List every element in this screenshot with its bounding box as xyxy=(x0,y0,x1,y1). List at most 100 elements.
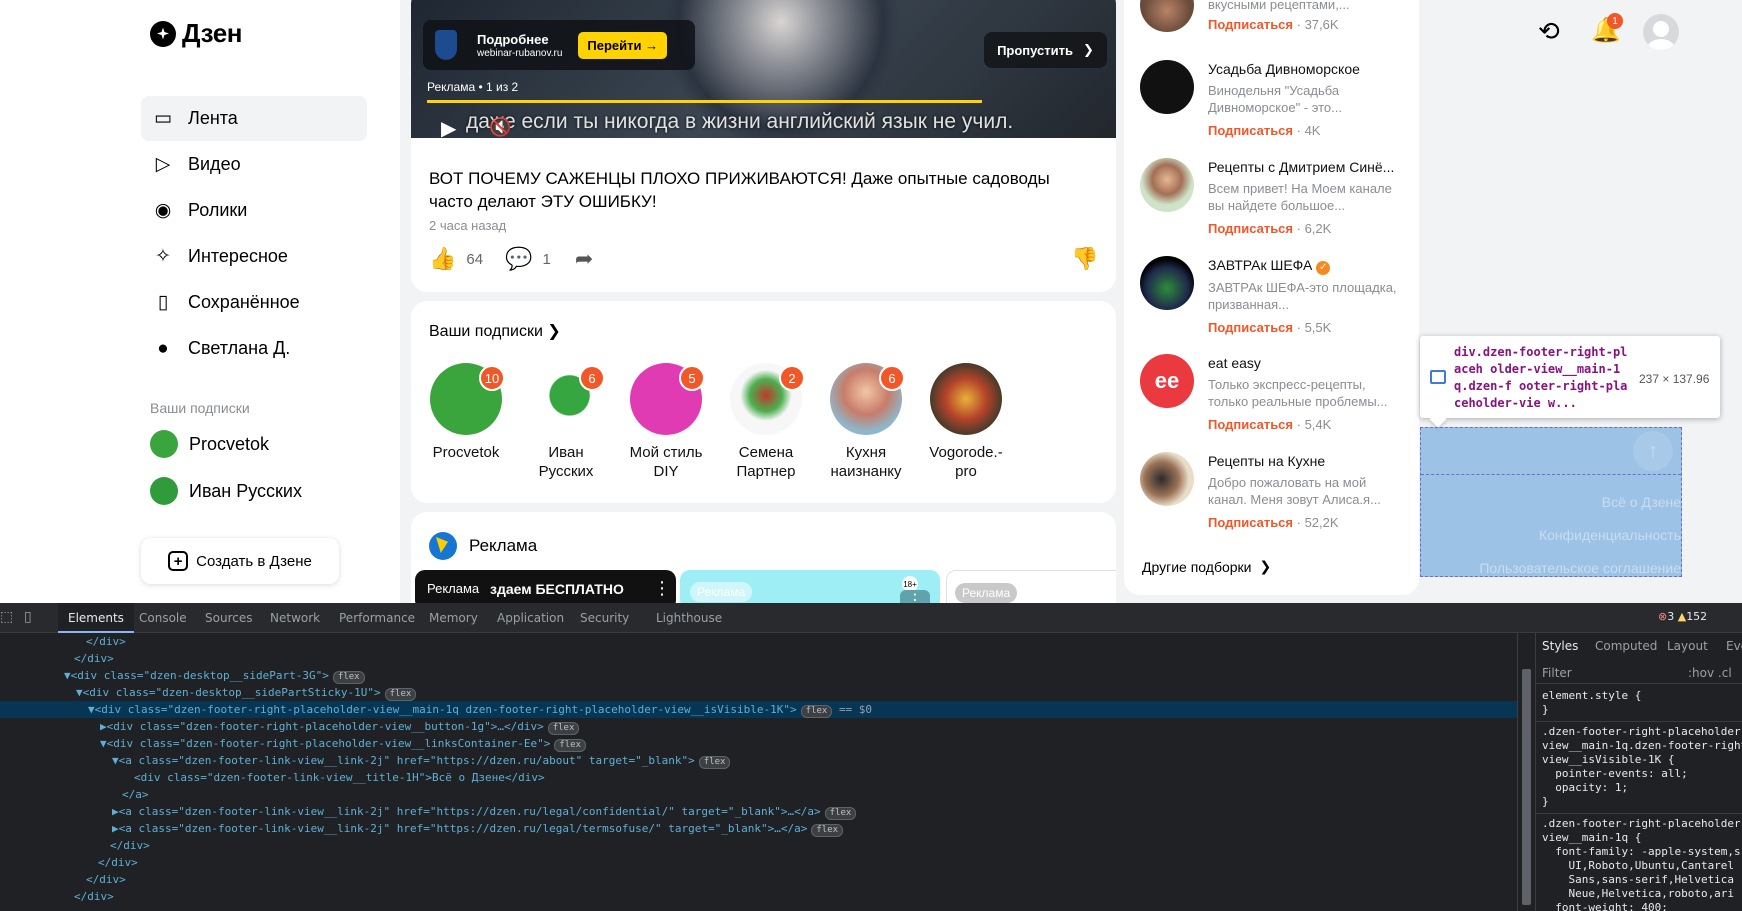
hov-cls-toggles[interactable]: :hov .cl xyxy=(1688,662,1732,684)
create-in-dzen-button[interactable]: + Создать в Дзене xyxy=(141,538,339,584)
ad-go-button[interactable]: Перейти → xyxy=(578,31,668,59)
sidebar-sub-ivan[interactable]: Иван Русских xyxy=(150,477,302,505)
comment-icon[interactable]: 💬 xyxy=(505,246,532,272)
subscribe-link[interactable]: Подписаться · 5,5K xyxy=(1208,318,1408,338)
tab-computed[interactable]: Computed xyxy=(1595,633,1657,659)
arrow-up-icon[interactable]: ↑ xyxy=(1633,431,1673,471)
flex-badge[interactable]: flex xyxy=(698,756,731,769)
dom-line[interactable]: ▼<div class="dzen-desktop__sidePartStick… xyxy=(0,684,1517,701)
dom-line[interactable]: </div> xyxy=(0,854,1517,871)
tab-lighthouse[interactable]: Lighthouse xyxy=(646,603,732,633)
subscribe-link[interactable]: Подписаться · 52,2K xyxy=(1208,513,1408,533)
styles-filter-input[interactable]: Filter :hov .cl xyxy=(1536,662,1742,684)
play-icon[interactable]: ▶ xyxy=(441,116,456,138)
subscription-item[interactable]: Vogorode.-pro xyxy=(929,363,1003,481)
dom-line[interactable]: ▼<div class="dzen-desktop__sidePart-3G">… xyxy=(0,667,1517,684)
nav-item-interesting[interactable]: ✧ Интересное xyxy=(141,234,367,279)
footer-link-terms[interactable]: Пользовательское соглашение xyxy=(1479,560,1681,576)
channel-item[interactable]: Усадьба Дивноморское Винодельня "Усадьба… xyxy=(1140,60,1408,141)
style-rule-visible[interactable]: .dzen-footer-right-placeholder- view__ma… xyxy=(1542,725,1742,809)
dom-line[interactable]: </div> xyxy=(0,633,1517,650)
subscribe-link[interactable]: Подписаться · 5,4K xyxy=(1208,415,1408,435)
more-vertical-icon[interactable]: ⋮ xyxy=(653,578,671,599)
mute-icon[interactable]: 🔇 xyxy=(489,117,511,138)
tab-event-listeners[interactable]: Eve xyxy=(1726,633,1742,659)
dom-line[interactable]: </div> xyxy=(0,888,1517,905)
flex-badge[interactable]: flex xyxy=(800,705,833,718)
share-icon[interactable]: ➦ xyxy=(575,246,593,272)
subscription-item[interactable]: 6 Кухня наизнанку xyxy=(829,363,905,481)
ad-teaser[interactable]: Реклама здаем БЕСПЛАТНО ⋮ xyxy=(415,570,676,603)
dom-line[interactable]: </a> xyxy=(0,786,1517,803)
tab-application[interactable]: Application xyxy=(487,603,574,633)
flex-badge[interactable]: flex xyxy=(811,824,844,837)
channel-item[interactable]: ЗАВТРАк ШЕФА ✓ ЗАВТРАк ШЕФА-это площадка… xyxy=(1140,256,1408,338)
subscriptions-title[interactable]: Ваши подписки ❯ xyxy=(429,321,561,341)
subscription-item[interactable]: 10 Procvetok xyxy=(429,363,505,481)
dzen-logo[interactable]: Дзен xyxy=(150,18,242,49)
tab-security[interactable]: Security xyxy=(570,603,639,633)
search-icon[interactable]: ⟲ xyxy=(1538,16,1560,47)
nav-item-saved[interactable]: ▯ Сохранённое xyxy=(141,280,367,325)
dom-line[interactable]: </div> xyxy=(0,650,1517,667)
tab-console[interactable]: Console xyxy=(129,603,197,633)
profile-avatar[interactable] xyxy=(1643,14,1679,50)
dom-line[interactable]: ▼<a class="dzen-footer-link-view__link-2… xyxy=(0,752,1517,769)
style-rule-main[interactable]: .dzen-footer-right-placeholder- view__ma… xyxy=(1542,817,1742,911)
dom-line[interactable]: ▶<a class="dzen-footer-link-view__link-2… xyxy=(0,820,1517,837)
scrollbar-thumb[interactable] xyxy=(1522,669,1531,905)
tab-layout[interactable]: Layout xyxy=(1667,633,1708,659)
footer-link-privacy[interactable]: Конфиденциальность xyxy=(1539,527,1681,543)
footer-link-about[interactable]: Всё о Дзене xyxy=(1602,494,1681,510)
tab-performance[interactable]: Performance xyxy=(329,603,425,633)
channel-item[interactable]: вкусными рецептами,... Подписаться · 37,… xyxy=(1140,0,1408,35)
dom-line[interactable]: <div class="dzen-footer-link-view__title… xyxy=(0,769,1517,786)
flex-badge[interactable]: flex xyxy=(554,739,587,752)
ad-teaser[interactable]: Реклама 18+ ⋮ xyxy=(680,570,940,603)
video-player[interactable]: Подробнее webinar-rubanov.ru Перейти → П… xyxy=(411,0,1116,138)
other-collections-link[interactable]: Другие подборки ❯ xyxy=(1142,558,1271,575)
channel-item[interactable]: ee eat easy Только экспресс-рецепты, тол… xyxy=(1140,354,1408,435)
video-ad-banner[interactable]: Подробнее webinar-rubanov.ru Перейти → xyxy=(423,20,695,70)
ad-domain: webinar-rubanov.ru xyxy=(477,47,563,59)
dom-line-selected[interactable]: ▼<div class="dzen-footer-right-placehold… xyxy=(0,701,1517,718)
dislike-icon[interactable]: 👎 xyxy=(1071,246,1098,272)
nav-item-shorts[interactable]: ◉ Ролики xyxy=(141,188,367,233)
subscribe-link[interactable]: Подписаться · 37,6K xyxy=(1208,15,1408,35)
skip-ad-button[interactable]: Пропустить ❯ xyxy=(984,32,1107,68)
ad-teaser[interactable]: Реклама xyxy=(946,570,1116,603)
flex-badge[interactable]: flex xyxy=(547,722,580,735)
subscribe-link[interactable]: Подписаться · 4K xyxy=(1208,121,1408,141)
dom-line[interactable]: </div> xyxy=(0,871,1517,888)
tab-elements[interactable]: Elements xyxy=(58,603,134,633)
more-vertical-icon[interactable]: ⋮ xyxy=(900,590,930,603)
flex-badge[interactable]: flex xyxy=(332,671,365,684)
subscription-item[interactable]: 2 Семена Партнер xyxy=(729,363,805,481)
tab-styles[interactable]: Styles xyxy=(1542,633,1578,659)
device-toggle-icon[interactable]: ▯ xyxy=(24,609,32,625)
sidebar-sub-procvetok[interactable]: Procvetok xyxy=(150,430,269,458)
like-icon[interactable]: 👍 xyxy=(429,246,456,272)
error-count[interactable]: ⊗3 ▲152 xyxy=(1658,610,1707,623)
nav-item-profile[interactable]: ● Светлана Д. xyxy=(141,326,367,371)
nav-item-feed[interactable]: ▭ Лента xyxy=(141,96,367,141)
channel-item[interactable]: Рецепты с Дмитрием Синё... Всем привет! … xyxy=(1140,158,1408,239)
dom-line[interactable]: ▶<a class="dzen-footer-link-view__link-2… xyxy=(0,803,1517,820)
tab-memory[interactable]: Memory xyxy=(419,603,488,633)
style-rule-element[interactable]: element.style { } xyxy=(1542,689,1641,717)
tab-network[interactable]: Network xyxy=(260,603,330,633)
post-title[interactable]: ВОТ ПОЧЕМУ САЖЕНЦЫ ПЛОХО ПРИЖИВАЮТСЯ! Да… xyxy=(429,167,1089,213)
dom-line[interactable]: ▼<div class="dzen-footer-right-placehold… xyxy=(0,735,1517,752)
dom-line[interactable]: </div> xyxy=(0,837,1517,854)
subscription-item[interactable]: 6 Иван Русских xyxy=(529,363,605,481)
subscription-item[interactable]: 5 Мой стиль DIY xyxy=(629,363,705,481)
nav-item-video[interactable]: ▷ Видео xyxy=(141,142,367,187)
tab-sources[interactable]: Sources xyxy=(195,603,262,633)
flex-badge[interactable]: flex xyxy=(384,688,417,701)
flex-badge[interactable]: flex xyxy=(824,807,857,820)
channel-item[interactable]: Рецепты на Кухне Добро пожаловать на мой… xyxy=(1140,452,1408,533)
subscribe-link[interactable]: Подписаться · 6,2K xyxy=(1208,219,1408,239)
dom-tree-scrollbar[interactable] xyxy=(1517,633,1535,911)
dom-line[interactable]: ▶<div class="dzen-footer-right-placehold… xyxy=(0,718,1517,735)
inspect-icon[interactable]: ⬚ xyxy=(0,609,13,625)
